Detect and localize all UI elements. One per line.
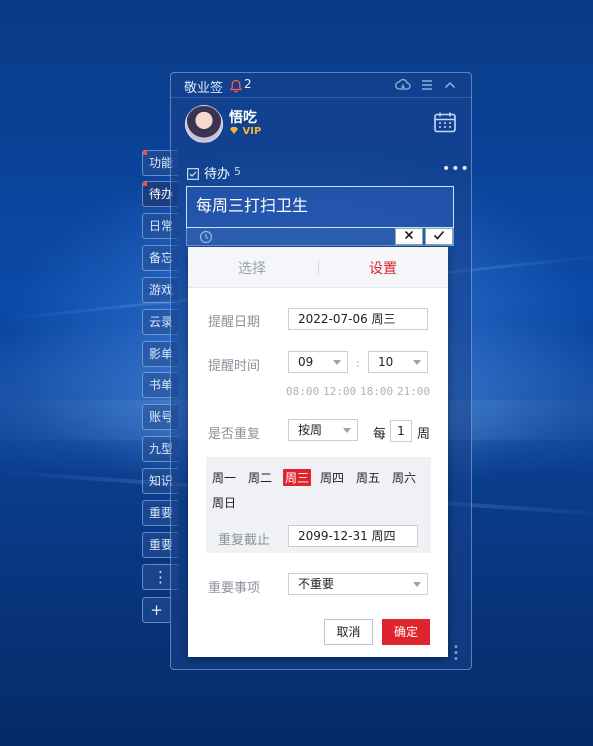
vip-label: VIP xyxy=(242,126,262,137)
remind-date-label: 提醒日期 xyxy=(208,315,261,330)
diamond-icon xyxy=(230,127,238,134)
cancel-button[interactable]: 取消 xyxy=(324,619,373,645)
save-button[interactable] xyxy=(425,228,453,245)
minute-value: 10 xyxy=(378,355,394,369)
notification-count: 2 xyxy=(244,77,252,91)
remind-time-label: 提醒时间 xyxy=(208,359,261,374)
discard-button[interactable] xyxy=(395,228,423,245)
vip-badge: VIP xyxy=(229,126,261,137)
plus-icon: + xyxy=(150,601,163,619)
chevron-down-icon xyxy=(333,360,341,365)
repeat-label: 是否重复 xyxy=(208,427,261,442)
drag-handle-icon[interactable]: • • • xyxy=(453,643,459,665)
repeat-mode-select[interactable]: 按周 xyxy=(288,419,358,441)
weekday-tue[interactable]: 周二 xyxy=(248,469,272,486)
weekday-sat[interactable]: 周六 xyxy=(392,469,416,486)
tab-divider xyxy=(318,260,319,274)
more-icon: ⋮ xyxy=(153,568,168,586)
avatar[interactable] xyxy=(185,105,223,143)
minute-select[interactable]: 10 xyxy=(368,351,428,373)
calendar-icon[interactable] xyxy=(433,111,457,137)
check-icon xyxy=(433,230,445,240)
input-toolbar xyxy=(186,228,454,246)
confirm-button[interactable]: 确定 xyxy=(382,619,430,645)
quick-time-0800[interactable]: 08:00 xyxy=(286,385,319,398)
clock-icon[interactable] xyxy=(199,229,213,248)
more-options-icon[interactable]: ••• xyxy=(442,161,470,177)
section-title: 待办 xyxy=(204,167,231,182)
hour-value: 09 xyxy=(298,355,314,369)
chevron-down-icon xyxy=(413,582,421,587)
checkbox-icon xyxy=(187,165,199,184)
repeat-end-label: 重复截止 xyxy=(218,533,271,548)
weekday-mon[interactable]: 周一 xyxy=(212,469,236,486)
todo-input[interactable]: 每周三打扫卫生 xyxy=(186,186,454,228)
bell-icon[interactable] xyxy=(229,78,243,97)
importance-select[interactable]: 不重要 xyxy=(288,573,428,595)
quick-time-1800[interactable]: 18:00 xyxy=(360,385,393,398)
dialog-tabs: 选择 设置 xyxy=(188,247,448,288)
importance-label: 重要事项 xyxy=(208,581,261,596)
chevron-down-icon xyxy=(413,360,421,365)
cloud-sync-icon[interactable] xyxy=(395,77,411,96)
reminder-settings-dialog: 选择 设置 提醒日期 2022-07-06 周三 提醒时间 09 : 10 08… xyxy=(188,247,448,657)
todo-count: 5 xyxy=(234,165,241,178)
tab-select[interactable]: 选择 xyxy=(238,258,266,278)
hour-select[interactable]: 09 xyxy=(288,351,348,373)
weekday-wed[interactable]: 周三 xyxy=(283,469,312,486)
repeat-mode-value: 按周 xyxy=(298,423,323,437)
time-separator: : xyxy=(356,357,360,370)
weekday-sun[interactable]: 周日 xyxy=(212,494,236,511)
unread-marker xyxy=(143,151,147,155)
collapse-icon[interactable] xyxy=(443,77,457,96)
every-label: 每 xyxy=(373,427,387,442)
add-category-button[interactable]: + xyxy=(142,597,170,623)
importance-value: 不重要 xyxy=(298,577,335,591)
interval-input[interactable]: 1 xyxy=(390,420,412,442)
close-icon xyxy=(404,230,414,240)
quick-time-2100[interactable]: 21:00 xyxy=(397,385,430,398)
weekday-thu[interactable]: 周四 xyxy=(320,469,344,486)
remind-date-field[interactable]: 2022-07-06 周三 xyxy=(288,308,428,330)
app-title: 敬业签 xyxy=(184,81,224,96)
title-bar: 敬业签 2 xyxy=(171,73,471,98)
repeat-end-field[interactable]: 2099-12-31 周四 xyxy=(288,525,418,547)
tab-settings[interactable]: 设置 xyxy=(369,258,397,278)
menu-icon[interactable] xyxy=(420,77,434,96)
unread-marker xyxy=(143,182,147,186)
weekday-picker: 周一 周二 周三 周四 周五 周六 周日 重复截止 2099-12-31 周四 xyxy=(206,457,431,553)
username: 悟吃 xyxy=(229,110,257,126)
quick-time-1200[interactable]: 12:00 xyxy=(323,385,356,398)
chevron-down-icon xyxy=(343,428,351,433)
unit-label: 周 xyxy=(417,427,431,442)
weekday-fri[interactable]: 周五 xyxy=(356,469,380,486)
